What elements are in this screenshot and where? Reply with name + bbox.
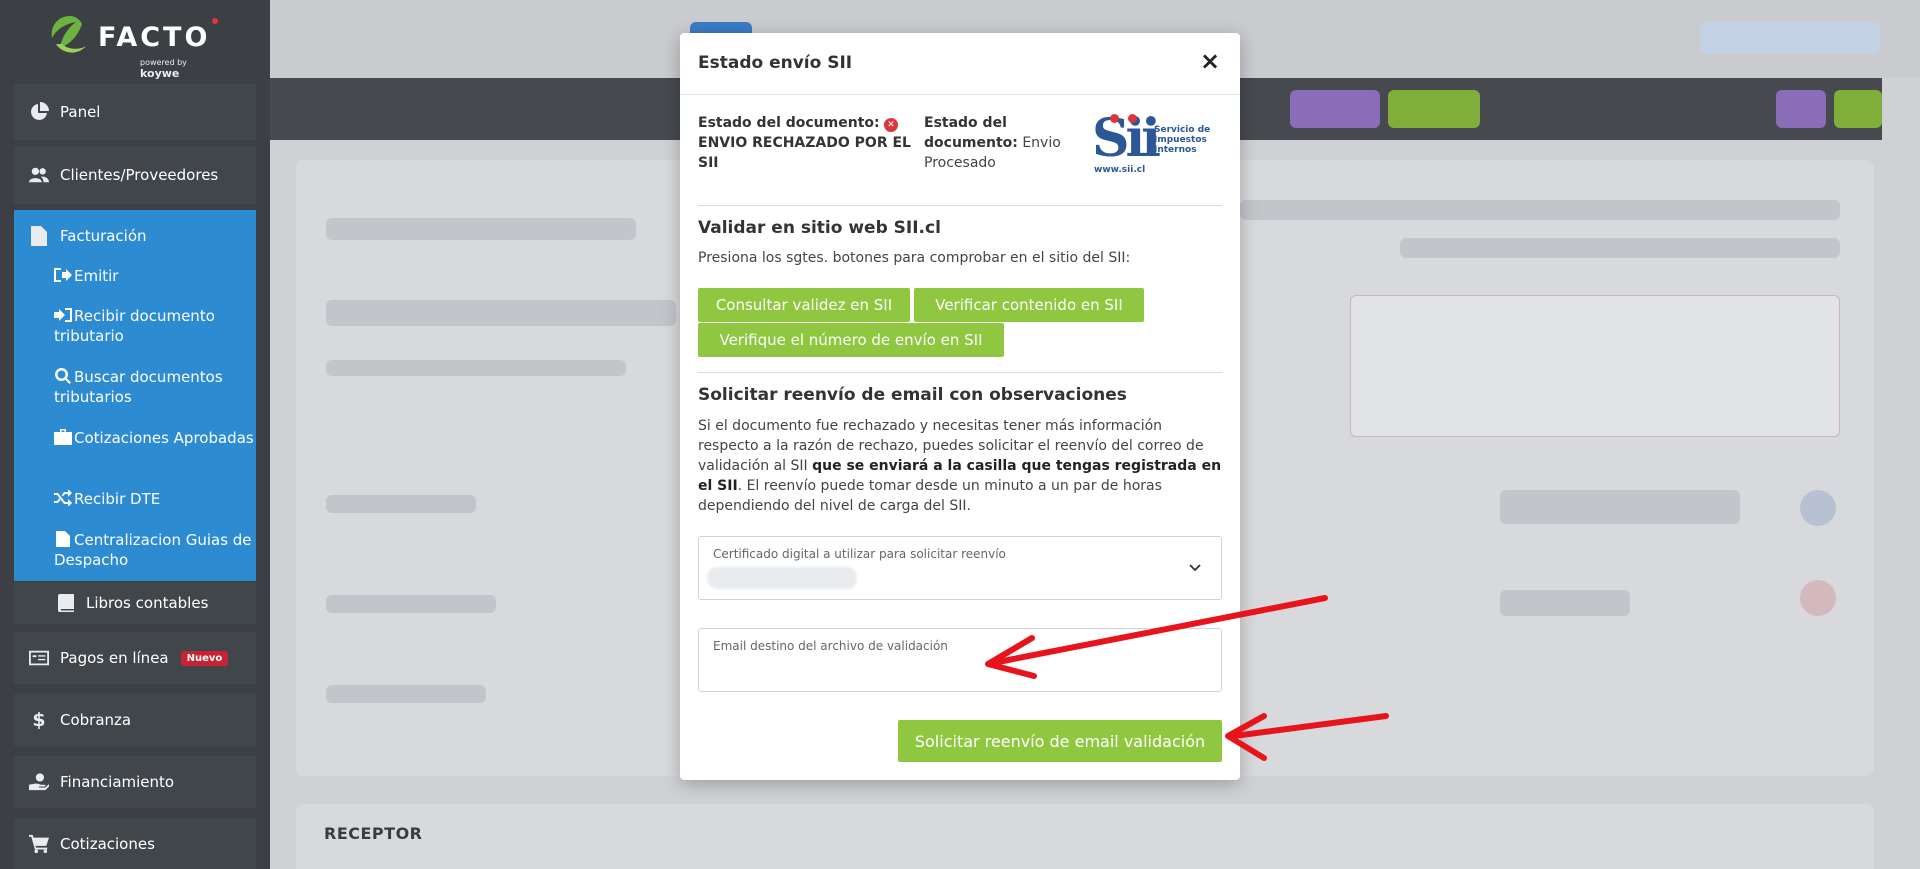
money-card-icon xyxy=(28,648,50,668)
certificado-value-redacted xyxy=(707,567,857,589)
sidebar-group-facturacion: Facturación Emitir Recibir documento tri… xyxy=(14,210,256,581)
background-toolbar-button xyxy=(1776,90,1826,128)
sidebar-item-clientes[interactable]: Clientes/Proveedores xyxy=(14,146,256,204)
blurred-heading xyxy=(326,218,636,240)
sidebar-item-libros-contables[interactable]: Libros contables xyxy=(14,582,256,624)
sii-service-name: Servicio de Impuestos Internos xyxy=(1154,125,1211,155)
blurred-text xyxy=(326,495,476,513)
status-value: ENVIO RECHAZADO POR EL SII xyxy=(698,135,911,171)
brand-dot xyxy=(212,18,218,24)
blurred-text xyxy=(1400,238,1840,258)
background-user-area xyxy=(1700,22,1880,54)
modal-header: Estado envío SII × xyxy=(680,33,1240,95)
verificar-contenido-button[interactable]: Verificar contenido en SII xyxy=(914,288,1144,322)
background-toolbar-button xyxy=(1290,90,1380,128)
facto-logo[interactable]: FACTO powered by koywe xyxy=(48,14,228,80)
sidebar-item-label: Pagos en línea xyxy=(60,649,169,667)
close-button[interactable]: × xyxy=(1198,49,1222,73)
certificado-select[interactable]: Certificado digital a utilizar para soli… xyxy=(698,536,1222,600)
book-icon xyxy=(58,594,80,612)
receptor-section: RECEPTOR xyxy=(296,804,1874,869)
file-icon xyxy=(28,226,50,246)
brand-name: FACTO xyxy=(98,22,211,53)
sidebar-item-label: Cotizaciones xyxy=(60,835,155,853)
certificado-label: Certificado digital a utilizar para soli… xyxy=(713,547,1006,561)
sign-in-icon xyxy=(54,307,74,323)
background-toolbar-button xyxy=(1834,90,1882,128)
sidebar-item-financiamiento[interactable]: Financiamiento xyxy=(14,756,256,808)
status-document-rejected: Estado del documento: ✕ ENVIO RECHAZADO … xyxy=(698,115,911,171)
status-document-processed: Estado del documento: Envio Procesado xyxy=(924,115,1061,171)
sidebar-item-label: Financiamiento xyxy=(60,773,175,791)
shopping-cart-icon xyxy=(28,834,50,854)
sii-logo-mark: Sii xyxy=(1092,108,1161,169)
blurred-text xyxy=(1240,200,1840,220)
sidebar-item-cobranza[interactable]: $ Cobranza xyxy=(14,694,256,746)
reenvio-text: Si el documento fue rechazado y necesita… xyxy=(698,418,1222,514)
sidebar-item-label: Clientes/Proveedores xyxy=(60,166,219,184)
blurred-icon xyxy=(1800,490,1836,526)
solicitar-reenvio-button[interactable]: Solicitar reenvío de email validación xyxy=(898,720,1222,762)
sidebar-item-cotizaciones[interactable]: Cotizaciones xyxy=(14,818,256,869)
sidebar-item-panel[interactable]: Panel xyxy=(14,84,256,140)
error-icon: ✕ xyxy=(884,118,899,132)
blurred-text xyxy=(326,360,626,376)
reenvio-title: Solicitar reenvío de email con observaci… xyxy=(698,385,1127,405)
sidebar: FACTO powered by koywe Panel Clientes/Pr… xyxy=(0,0,270,869)
sidebar-subitem-buscar-documentos[interactable]: Buscar documentos tributarios xyxy=(54,367,254,407)
dollar-icon: $ xyxy=(32,709,46,731)
chevron-down-icon xyxy=(1187,559,1203,575)
sidebar-subitem-centralizacion[interactable]: Centralizacion Guias de Despacho xyxy=(54,530,254,570)
estado-envio-modal: Estado envío SII × Estado del documento:… xyxy=(680,33,1240,780)
divider xyxy=(698,205,1222,206)
divider xyxy=(698,372,1222,373)
sidebar-item-facturacion[interactable]: Facturación xyxy=(14,224,256,248)
validar-title: Validar en sitio web SII.cl xyxy=(698,218,941,238)
blurred-text xyxy=(326,685,486,703)
shuffle-icon xyxy=(54,489,74,507)
blurred-icon xyxy=(1800,580,1836,616)
consultar-validez-button[interactable]: Consultar validez en SII xyxy=(698,288,910,322)
search-icon xyxy=(54,367,74,384)
sidebar-item-label: Panel xyxy=(60,103,101,121)
sidebar-item-label: Facturación xyxy=(60,227,147,245)
sidebar-subitem-cotizaciones-aprobadas[interactable]: Cotizaciones Aprobadas xyxy=(54,428,254,448)
sidebar-subitem-recibir-documento[interactable]: Recibir documento tributario xyxy=(54,306,254,346)
sii-logo: Sii www.sii.cl Servicio de Impuestos Int… xyxy=(1092,113,1220,179)
verificar-numero-envio-button[interactable]: Verifique el número de envío en SII xyxy=(698,323,1004,357)
new-badge: Nuevo xyxy=(180,650,229,666)
facto-leaf-icon xyxy=(51,16,86,53)
sidebar-subitem-emitir[interactable]: Emitir xyxy=(54,266,254,286)
receptor-title: RECEPTOR xyxy=(324,824,423,843)
sii-url: www.sii.cl xyxy=(1094,165,1146,175)
validar-text: Presiona los sgtes. botones para comprob… xyxy=(698,250,1131,266)
file-text-icon xyxy=(54,531,74,547)
briefcase-icon xyxy=(54,429,74,445)
powered-by: powered by koywe xyxy=(140,58,187,80)
users-icon xyxy=(28,165,50,185)
blurred-text xyxy=(326,300,676,326)
blurred-text xyxy=(326,595,496,613)
email-destino-label: Email destino del archivo de validación xyxy=(713,639,948,653)
modal-title: Estado envío SII xyxy=(698,53,853,73)
hand-holding-dollar-icon xyxy=(28,772,50,792)
blurred-text xyxy=(1500,590,1630,616)
blurred-box xyxy=(1350,295,1840,437)
sidebar-subitem-recibir-dte[interactable]: Recibir DTE xyxy=(54,489,254,509)
sidebar-item-pagos[interactable]: Pagos en línea Nuevo xyxy=(14,632,256,684)
sidebar-item-label: Cobranza xyxy=(60,711,132,729)
pie-chart-icon xyxy=(28,102,50,122)
sign-out-icon xyxy=(54,267,74,283)
blurred-text xyxy=(1500,490,1740,524)
email-destino-input[interactable]: Email destino del archivo de validación xyxy=(698,628,1222,692)
background-toolbar-button xyxy=(1388,90,1480,128)
